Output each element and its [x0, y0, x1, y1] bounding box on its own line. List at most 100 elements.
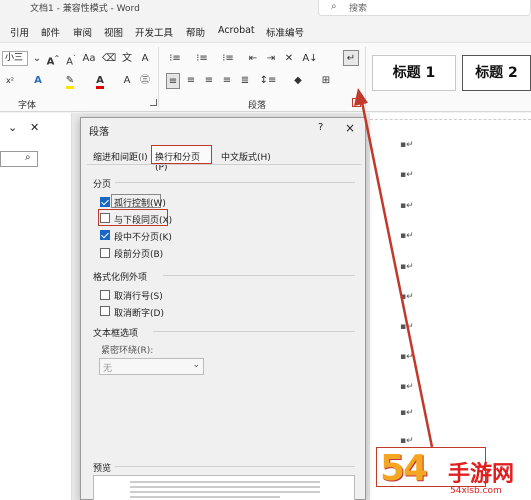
sort-icon[interactable]: A↓ [302, 51, 318, 67]
enclose-char-icon[interactable]: ㊂ [138, 73, 152, 89]
tight-wrap-label: 紧密环绕(R): [101, 346, 154, 356]
paragraph-group-label: 段落 [248, 101, 267, 111]
keep-lines-together-label: 段中不分页(K) [114, 233, 172, 243]
title-bar: 文档1 - 兼容性模式 - Word ⌕ 搜索 [0, 0, 531, 18]
close-icon[interactable]: × [345, 121, 355, 135]
tab-acrobat[interactable]: Acrobat [218, 25, 255, 36]
keep-with-next-checkbox[interactable] [100, 213, 110, 223]
char-shading-icon[interactable]: A [120, 73, 134, 89]
help-icon[interactable]: ? [318, 122, 323, 133]
divider [153, 331, 355, 332]
paragraph-dialog: 段落 ? × 缩进和间距(I) 换行和分页(P) 中文版式(H) 分页 孤行控制… [80, 117, 366, 500]
tab-help[interactable]: 帮助 [186, 25, 205, 39]
align-center-icon[interactable]: ≡ [184, 73, 198, 89]
nav-search-input[interactable]: ⌕ [0, 151, 38, 167]
phonetic-guide-icon[interactable]: 文 [120, 51, 134, 67]
shrink-font-icon[interactable]: Aˇ [63, 51, 79, 67]
style-heading-1[interactable]: 标题 1 [372, 55, 456, 91]
tab-references[interactable]: 引用 [10, 25, 29, 39]
justify-icon[interactable]: ≡ [220, 73, 234, 89]
change-case-icon[interactable]: Aa [81, 51, 97, 67]
dialog-title: 段落 [89, 127, 109, 138]
widow-control-checkbox[interactable] [100, 197, 110, 207]
highlight-icon[interactable]: ✎ [62, 73, 78, 89]
borders-icon[interactable]: ⊞ [318, 73, 334, 89]
shading-icon[interactable]: ◆ [290, 73, 306, 89]
grow-font-icon[interactable]: A^ [45, 51, 61, 67]
divider [115, 182, 355, 183]
paragraph-mark: ▪↵ [400, 436, 414, 446]
paragraph-mark: ▪↵ [400, 322, 414, 332]
watermark-url: 54xlsb.com [450, 486, 502, 496]
chevron-down-icon: ⌄ [192, 360, 200, 370]
tab-mailings[interactable]: 邮件 [41, 25, 60, 39]
ruler-line [370, 119, 531, 120]
dont-hyphenate-checkbox[interactable] [100, 306, 110, 316]
keep-with-next-label: 与下段同页(X) [114, 216, 173, 226]
tight-wrap-select[interactable]: 无 ⌄ [99, 358, 204, 375]
preview-line [130, 486, 320, 488]
watermark-text: 手游网 [448, 462, 515, 487]
distribute-icon[interactable]: ≣ [238, 73, 252, 89]
font-group-label: 字体 [18, 101, 37, 111]
suppress-line-numbers-checkbox[interactable] [100, 290, 110, 300]
page-break-before-label: 段前分页(B) [114, 250, 164, 260]
suppress-line-numbers-label: 取消行号(S) [114, 292, 163, 302]
font-size-select[interactable]: 小三 [2, 51, 28, 66]
tab-indents-spacing[interactable]: 缩进和间距(I) [93, 150, 148, 163]
font-dialog-launcher-icon[interactable] [150, 99, 157, 106]
clear-format-icon[interactable]: ⌫ [102, 51, 116, 67]
superscript-icon[interactable]: x² [2, 73, 18, 89]
page-break-before-checkbox[interactable] [100, 248, 110, 258]
paragraph-mark: ▪↵ [400, 408, 414, 418]
divider [87, 164, 361, 165]
paragraph-dialog-launcher-icon[interactable] [352, 98, 361, 107]
multilevel-list-icon[interactable]: ⁝≡ [218, 51, 238, 67]
textbox-options-heading: 文本框选项 [93, 329, 139, 339]
char-border-icon[interactable]: A [138, 51, 152, 67]
document-page[interactable] [370, 113, 531, 500]
navigation-pane: ⌄ ✕ ⌕ [0, 113, 72, 500]
line-spacing-icon[interactable]: ↕≡ [258, 73, 278, 89]
preview-line [130, 496, 280, 498]
tab-view[interactable]: 视图 [104, 25, 123, 39]
align-right-icon[interactable]: ≡ [202, 73, 216, 89]
chevron-down-icon[interactable]: ⌄ [8, 121, 17, 134]
format-exceptions-heading: 格式化例外项 [93, 273, 148, 283]
chinese-layout-icon[interactable]: ✕ [282, 51, 296, 67]
search-icon: ⌕ [25, 152, 31, 163]
font-color-icon[interactable]: A [92, 73, 108, 89]
align-left-icon[interactable]: ≡ [166, 73, 180, 89]
pagination-heading: 分页 [93, 180, 112, 190]
divider [163, 275, 355, 276]
preview-pane [93, 475, 355, 500]
paragraph-mark: ▪↵ [400, 231, 414, 241]
style-heading-2[interactable]: 标题 2 [462, 55, 531, 91]
tab-review[interactable]: 审阅 [73, 25, 92, 39]
tab-line-page-breaks[interactable]: 换行和分页(P) [151, 145, 212, 173]
tab-label: 换行和分页(P) [155, 153, 201, 173]
ribbon: 小三 ⌄ A^ Aˇ Aa ⌫ 文 A x² A ✎ A A ㊂ ⁝≡ ⁝≡ ⁝… [0, 42, 531, 112]
preview-heading: 预览 [93, 464, 112, 474]
increase-indent-icon[interactable]: ⇥ [264, 51, 278, 67]
paragraph-mark: ▪↵ [400, 352, 414, 362]
chevron-down-icon[interactable]: ⌄ [31, 51, 43, 67]
search-icon: ⌕ [331, 1, 337, 12]
site-watermark: 54 手游网 54xlsb.com [380, 448, 531, 500]
paragraph-mark: ▪↵ [400, 201, 414, 211]
numbering-icon[interactable]: ⁝≡ [192, 51, 212, 67]
tab-standard-number[interactable]: 标准编号 [266, 25, 304, 39]
bullets-icon[interactable]: ⁝≡ [165, 51, 185, 67]
tab-asian-typography[interactable]: 中文版式(H) [221, 150, 271, 163]
close-icon[interactable]: ✕ [30, 121, 39, 134]
search-box[interactable]: ⌕ 搜索 [318, 0, 531, 16]
keep-lines-together-checkbox[interactable] [100, 230, 110, 240]
decrease-indent-icon[interactable]: ⇤ [246, 51, 260, 67]
tab-developer[interactable]: 开发工具 [135, 25, 173, 39]
text-effects-icon[interactable]: A [30, 73, 46, 89]
preview-line [130, 481, 320, 483]
ribbon-tab-bar: 引用 邮件 审阅 视图 开发工具 帮助 Acrobat 标准编号 [0, 22, 531, 42]
divider [365, 47, 366, 107]
show-marks-icon[interactable]: ↵ [343, 50, 359, 66]
watermark-number: 54 [380, 448, 428, 489]
